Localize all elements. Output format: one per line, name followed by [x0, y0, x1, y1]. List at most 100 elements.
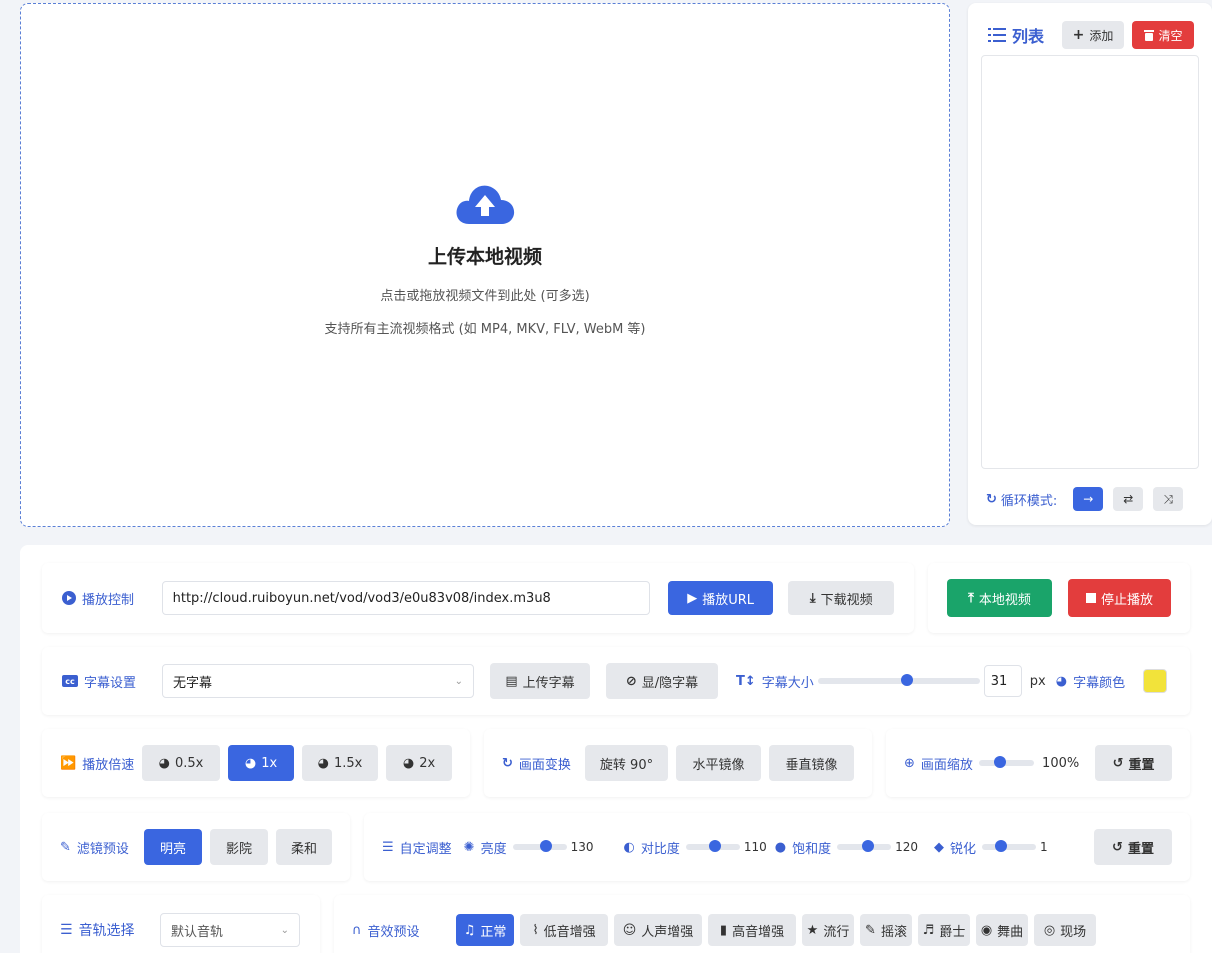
speed-option-2[interactable]: ◕ 1.5x [302, 745, 378, 781]
toggle-subtitle-button[interactable]: ⊘ 显/隐字幕 [606, 663, 718, 699]
vflip-button[interactable]: 垂直镜像 [769, 745, 854, 781]
subtitle-select[interactable]: 无字幕 ⌄ [162, 664, 474, 698]
audio-effect-option-6[interactable]: ♬ 爵士 [918, 914, 970, 946]
guitar-icon: ✎ [865, 922, 876, 938]
stop-button[interactable]: 停止播放 [1067, 579, 1171, 617]
audio-effect-option-8[interactable]: ◎ 现场 [1034, 914, 1096, 946]
audio-track-label: ☰ 音轨选择 [60, 920, 160, 940]
subtitle-size-slider[interactable] [817, 674, 980, 686]
cc-icon: cc [62, 675, 78, 687]
contrast-value: 110 [743, 840, 767, 854]
subtitle-size-knob[interactable] [900, 674, 913, 686]
audio-effect-option-4[interactable]: ★ 流行 [802, 914, 854, 946]
zoom-reset-button[interactable]: ↺ 重置 [1095, 745, 1172, 781]
zoom-label: ⊕ 画面缩放 [904, 754, 973, 773]
sharpen-slider[interactable] [982, 840, 1037, 852]
audio-track-selected: 默认音轨 [171, 924, 224, 940]
speed-option-1[interactable]: ◕ 1x [228, 745, 294, 781]
contrast-slider[interactable] [685, 840, 740, 852]
loop-sequential-button[interactable]: → [1073, 487, 1104, 511]
brightness-knob[interactable] [539, 840, 552, 852]
loop-repeat-button[interactable]: ⇄ [1113, 487, 1144, 511]
filter-option-0[interactable]: 明亮 [144, 829, 202, 865]
sharpen-label-text: 锐化 [950, 841, 977, 857]
zoom-slider[interactable] [978, 756, 1035, 768]
speed-option-0[interactable]: ◕ 0.5x [142, 745, 220, 781]
saxophone-icon: ♬ [922, 922, 935, 938]
play-url-button[interactable]: ▶ 播放URL [667, 581, 774, 615]
contrast-icon: ◐ [623, 839, 635, 855]
list-icon [988, 28, 1006, 42]
audio-effect-option-3[interactable]: ▮ 高音增强 [708, 914, 796, 946]
audio-effect-option-label: 舞曲 [997, 924, 1024, 940]
zoom-knob[interactable] [993, 756, 1006, 768]
url-input[interactable]: http://cloud.ruiboyun.net/vod/vod3/e0u83… [161, 581, 650, 615]
audio-track-select[interactable]: 默认音轨 ⌄ [160, 913, 300, 947]
bass-icon: ⌇ [532, 922, 539, 938]
upload-subtitle-button[interactable]: ▤ 上传字幕 [490, 663, 590, 699]
vflip-label: 垂直镜像 [785, 757, 838, 773]
sharpen-knob[interactable] [995, 840, 1008, 852]
disc-icon: ◉ [980, 922, 993, 938]
treble-icon: ▮ [719, 922, 728, 938]
subtitle-color-swatch[interactable] [1143, 669, 1168, 693]
hflip-button[interactable]: 水平镜像 [676, 745, 762, 781]
mic-icon: ◎ [1043, 922, 1056, 938]
audio-effect-option-7[interactable]: ◉ 舞曲 [976, 914, 1028, 946]
gauge-icon: ◕ [158, 755, 170, 771]
brightness-value: 130 [570, 840, 594, 854]
adjust-reset-button[interactable]: ↺ 重置 [1094, 829, 1172, 865]
saturation-label-text: 饱和度 [792, 841, 832, 857]
filter-label-text: 滤镜预设 [76, 841, 129, 857]
contrast-knob[interactable] [708, 840, 721, 852]
local-video-button[interactable]: ⤒ 本地视频 [947, 579, 1052, 617]
saturation-slider[interactable] [837, 840, 892, 852]
text-size-icon: T↕ [736, 673, 756, 689]
audio-effect-option-label: 现场 [1060, 924, 1087, 940]
sharpen-value: 1 [1040, 840, 1048, 854]
upload-dropzone[interactable]: 上传本地视频 点击或拖放视频文件到此处 (可多选) 支持所有主流视频格式 (如 … [20, 3, 950, 527]
saturation-knob[interactable] [862, 840, 875, 852]
audio-effect-option-0[interactable]: ♫ 正常 [456, 914, 514, 946]
speed-option-3[interactable]: ◕ 2x [386, 745, 452, 781]
playback-label: 播放控制 [62, 589, 162, 608]
zoom-reset-label: 重置 [1128, 757, 1155, 773]
play-url-label: 播放URL [702, 592, 754, 608]
speed-option-label: 1x [261, 755, 278, 771]
download-button[interactable]: ⤓ 下载视频 [788, 581, 894, 615]
clear-button[interactable]: 清空 [1132, 21, 1195, 49]
gauge-icon: ◕ [402, 755, 415, 771]
playlist-list[interactable] [981, 55, 1199, 469]
brightness-slider[interactable] [512, 840, 567, 852]
filter-option-2[interactable]: 柔和 [276, 829, 332, 865]
sun-icon: ✺ [463, 839, 475, 855]
gem-icon: ◆ [934, 839, 945, 855]
add-button[interactable]: + 添加 [1062, 21, 1125, 49]
audio-effect-label-text: 音效预设 [367, 924, 420, 940]
clear-button-label: 清空 [1158, 28, 1183, 43]
playback-label-text: 播放控制 [82, 592, 135, 608]
subtitle-size-input[interactable]: 31 [983, 665, 1022, 697]
magic-wand-icon: ✎ [60, 839, 71, 855]
speed-option-label: 2x [419, 755, 436, 771]
contrast-label-text: 对比度 [640, 841, 680, 857]
audio-effect-option-label: 高音增强 [732, 924, 785, 940]
audio-effect-option-2[interactable]: ☺ 人声增强 [614, 914, 702, 946]
plus-icon: + [1072, 27, 1085, 43]
transform-label: ↻ 画面变换 [502, 754, 585, 773]
rotate-button[interactable]: 旋转 90° [585, 745, 669, 781]
arrow-right-icon: → [1083, 492, 1094, 506]
stop-label: 停止播放 [1100, 592, 1153, 608]
subtitle-size-label: T↕ 字幕大小 [736, 672, 814, 691]
subtitle-color-label: ◕ 字幕颜色 [1056, 672, 1125, 691]
zoom-panel: ⊕ 画面缩放 100% ↺ 重置 [886, 729, 1190, 797]
loop-shuffle-button[interactable]: ⤨ [1153, 487, 1184, 511]
subtitle-color-text: 字幕颜色 [1073, 675, 1126, 691]
filter-option-1[interactable]: 影院 [210, 829, 268, 865]
audio-effect-option-label: 正常 [480, 924, 507, 940]
speed-options: ◕ 0.5x ◕ 1x ◕ 1.5x ◕ 2x [142, 745, 452, 781]
audio-effect-option-1[interactable]: ⌇ 低音增强 [520, 914, 608, 946]
playback-panel: 播放控制 http://cloud.ruiboyun.net/vod/vod3/… [42, 563, 914, 633]
audio-effect-option-5[interactable]: ✎ 摇滚 [860, 914, 912, 946]
subtitle-size-value: 31 [990, 673, 1008, 689]
